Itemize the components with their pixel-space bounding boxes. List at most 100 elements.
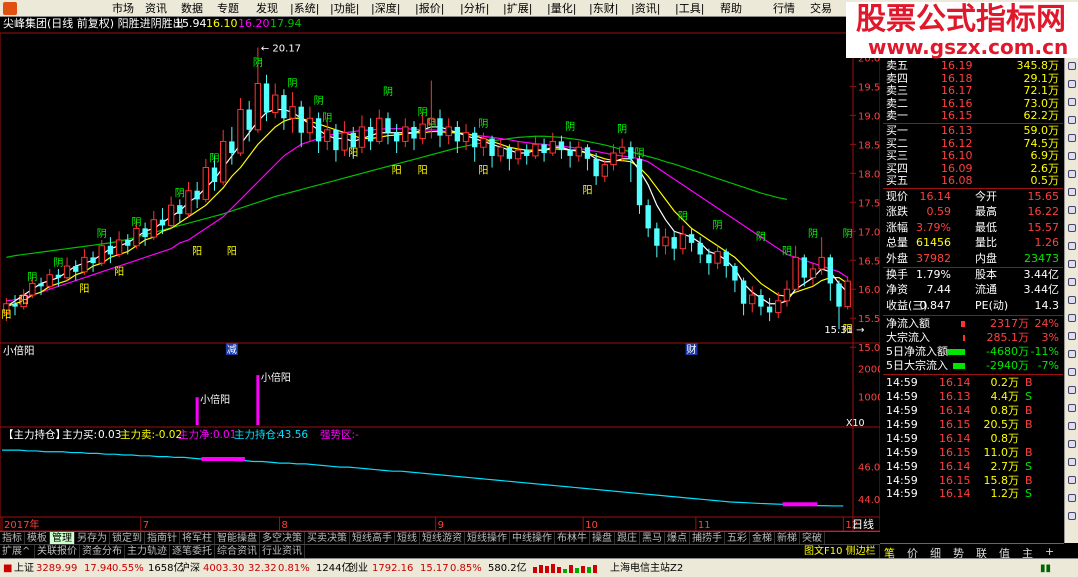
toolbar-icon[interactable] xyxy=(1068,62,1076,70)
f10-sidebar-tab[interactable]: 图文F10 侧边栏 < xyxy=(802,545,887,558)
tick-row: 14:59 16.14 2.7万 S xyxy=(883,460,1063,474)
candle-body-down xyxy=(411,126,417,139)
candle-body-up xyxy=(219,140,227,183)
toolbar-icon[interactable] xyxy=(1068,440,1076,448)
extension-tab[interactable]: 行业资讯 xyxy=(260,545,305,558)
quote-tabs: 笔价细势联值主 + xyxy=(880,543,1064,560)
candle-body-down xyxy=(246,109,252,130)
menu-item[interactable]: |功能| xyxy=(330,1,359,16)
menu-item[interactable]: |分析| xyxy=(460,1,489,16)
sh-label: 上证 xyxy=(14,563,34,574)
ma-purple-line xyxy=(6,128,848,302)
menu-item[interactable]: |深度| xyxy=(371,1,400,16)
zone-value: - xyxy=(355,429,359,441)
quote-row: 现价 16.14 今开 15.65 xyxy=(883,190,1063,204)
watermark-banner: 股票公式指标网 www.gszx.com.cn xyxy=(846,2,1078,58)
chart-frame xyxy=(0,32,880,531)
flow-bar xyxy=(961,321,965,328)
candle-body-down xyxy=(125,239,131,246)
chart-title: 尖峰集团(日线 前复权) 阳胜进阴胜出 xyxy=(3,17,184,30)
candle-body-up xyxy=(662,236,669,247)
toolbar-icon[interactable] xyxy=(1068,152,1076,160)
side-toolbar[interactable] xyxy=(1064,58,1078,543)
tick-price: 16.14 xyxy=(939,487,971,501)
candle-body-down xyxy=(159,219,166,226)
extension-tab[interactable]: 资金分布 xyxy=(80,545,125,558)
toolbar-icon[interactable] xyxy=(1068,350,1076,358)
menu-item[interactable]: 专题 xyxy=(217,1,239,16)
order-label: 卖一 xyxy=(886,109,908,123)
sh-amount: 1658亿 xyxy=(148,563,184,574)
toolbar-icon[interactable] xyxy=(1068,134,1076,142)
quote-tab[interactable]: + xyxy=(1045,545,1054,558)
candle-body-up xyxy=(775,300,782,313)
toolbar-icon[interactable] xyxy=(1068,278,1076,286)
toolbar-icon[interactable] xyxy=(1068,476,1076,484)
quote-label: PE(动) xyxy=(975,298,1009,312)
menu-item[interactable]: |资讯| xyxy=(631,1,660,16)
toolbar-icon[interactable] xyxy=(1068,116,1076,124)
toolbar-icon[interactable] xyxy=(1068,296,1076,304)
toolbar-icon[interactable] xyxy=(1068,332,1076,340)
menu-item[interactable]: |系统| xyxy=(290,1,319,16)
date-label: 8 xyxy=(282,520,288,531)
toolbar-icon[interactable] xyxy=(1068,98,1076,106)
menu-item[interactable]: 数据 xyxy=(181,1,203,16)
toolbar-icon[interactable] xyxy=(1068,260,1076,268)
toolbar-icon[interactable] xyxy=(1068,170,1076,178)
toolbar-icon[interactable] xyxy=(1068,458,1076,466)
toolbar-icon[interactable] xyxy=(1068,404,1076,412)
toolbar-icon[interactable] xyxy=(1068,314,1076,322)
quote-value: 16.14 xyxy=(919,190,952,203)
menu-item[interactable]: 发现 xyxy=(256,1,278,16)
quote-label: 最高 xyxy=(975,205,997,219)
yin-label: 阴 xyxy=(756,231,766,243)
candle-body-down xyxy=(584,147,591,159)
toolbar-icon[interactable] xyxy=(1068,422,1076,430)
ma-white-line xyxy=(6,108,849,308)
menu-item[interactable]: 帮助 xyxy=(720,1,742,16)
menu-item[interactable]: |量化| xyxy=(547,1,576,16)
tick-row: 14:59 16.14 0.8万 B xyxy=(883,404,1063,418)
cy-value: 1792.16 xyxy=(372,563,414,574)
extension-tab[interactable]: 主力轨迹 xyxy=(125,545,170,558)
menu-item[interactable]: 交易 xyxy=(810,1,832,16)
menu-item[interactable]: 资讯 xyxy=(145,1,167,16)
menu-item[interactable]: 市场 xyxy=(112,1,134,16)
candle-body-up xyxy=(462,132,470,142)
toolbar-icon[interactable] xyxy=(1068,368,1076,376)
menu-item[interactable]: |扩展| xyxy=(503,1,532,16)
menu-item[interactable]: 行情 xyxy=(773,1,795,16)
candle-body-up xyxy=(714,251,721,264)
menu-item[interactable]: |东财| xyxy=(589,1,618,16)
extension-tab[interactable]: 综合资讯 xyxy=(215,545,260,558)
toolbar-icon[interactable] xyxy=(1068,386,1076,394)
toolbar-icon[interactable] xyxy=(1068,494,1076,502)
toolbar-icon[interactable] xyxy=(1068,206,1076,214)
tick-row: 14:59 16.14 1.2万 S xyxy=(883,487,1063,501)
chart-area[interactable]: 尖峰集团(日线 前复权) 阳胜进阴胜出 15.94 16.10 16.20 17… xyxy=(0,17,880,531)
candle-body-down xyxy=(55,274,62,278)
yinyang-annotations: 阴阴阴阴阴阴阴阴阴阴阴阴阴阴阴阴阴阴阴阴阴阴阴阳阳阳阳阳 阳阳阳阳阳阳阳← 20.… xyxy=(1,44,864,356)
candle-body-up xyxy=(185,190,192,215)
toolbar-icon[interactable] xyxy=(1068,512,1076,520)
flow-row: 净流入额 2317万 24% xyxy=(883,317,1063,331)
net-label: 主力净: xyxy=(178,428,213,441)
toolbar-icon[interactable] xyxy=(1068,242,1076,250)
flow-bar xyxy=(947,349,965,356)
toolbar-icon[interactable] xyxy=(1068,80,1076,88)
extension-tab[interactable]: 逐笔委托 xyxy=(170,545,215,558)
extension-tab[interactable]: 扩展^ xyxy=(0,545,35,558)
extension-tab[interactable]: 关联报价 xyxy=(35,545,80,558)
bottom-mark-label: 财 xyxy=(687,343,697,356)
menu-item[interactable]: |报价| xyxy=(415,1,444,16)
flow-percent: 24% xyxy=(1034,317,1059,331)
yang-label: 阳 xyxy=(582,185,592,197)
quote-value: 15.65 xyxy=(1027,190,1060,203)
menu-item[interactable]: |工具| xyxy=(675,1,704,16)
toolbar-icon[interactable] xyxy=(1068,224,1076,232)
sz-label: 沪深 xyxy=(180,563,200,574)
tick-volume: 2.7万 xyxy=(990,459,1020,473)
candle-body-up xyxy=(844,280,851,308)
toolbar-icon[interactable] xyxy=(1068,188,1076,196)
